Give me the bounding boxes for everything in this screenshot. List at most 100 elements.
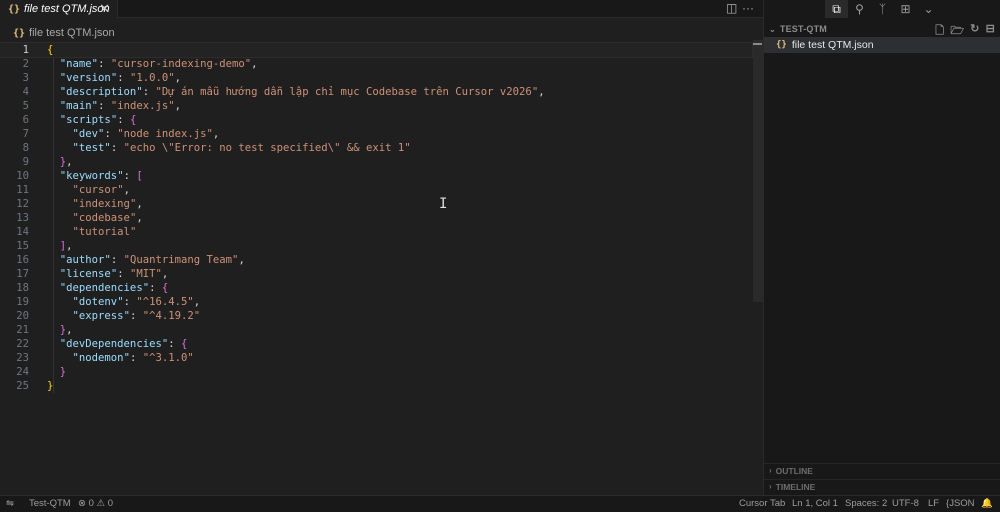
line-number: 21 [16,324,29,336]
encoding-status[interactable]: UTF-8 [892,498,919,509]
line-number: 3 [22,72,29,84]
eol-status[interactable]: LF [928,498,939,509]
json-value-name: cursor-indexing-demo [117,58,245,70]
explorer-file-item[interactable]: {} file test QTM.json [764,37,1000,53]
line-number: 18 [16,282,29,294]
vertical-scrollbar[interactable] [753,40,763,302]
code-line[interactable]: 23 "nodemon": "^3.1.0" [0,351,752,365]
code-line[interactable]: 4 "description": "Dự án mẫu hướng dẫn lậ… [0,85,752,99]
timeline-label: TIMELINE [775,481,816,492]
code-line[interactable]: 2 "name": "cursor-indexing-demo", [0,57,752,71]
chevron-down-icon[interactable]: ⌄ [917,0,940,18]
remote-icon[interactable]: ⇋ [6,498,14,509]
code-line[interactable]: 14 "tutorial" [0,225,752,239]
breadcrumb-file[interactable]: file test QTM.json [29,27,115,39]
code-line[interactable]: 10 "keywords": [ [0,169,752,183]
code-line[interactable]: 16 "author": "Quantrimang Team", [0,253,752,267]
json-value-nodemon: ^3.1.0 [149,352,188,364]
mouse-ibeam-cursor-icon: I [439,196,448,212]
line-number: 13 [16,212,29,224]
editor-area: {} file test QTM.json ✕ ◫ ··· {} file te… [0,0,763,495]
json-value-author: Quantrimang Team [129,254,233,266]
code-line[interactable]: 12 "indexing", [0,197,752,211]
line-number: 6 [22,114,29,126]
json-value-test: echo \"Error: no test specified\" && exi… [129,142,405,154]
warning-count: 0 [107,498,114,509]
code-line[interactable]: 21 }, [0,323,752,337]
json-braces-icon: {} [13,27,26,39]
timeline-section[interactable]: › TIMELINE [764,479,1000,493]
breadcrumb[interactable]: {} file test QTM.json [13,26,115,40]
chevron-down-icon: ⌄ [769,24,776,34]
tab-label: file test QTM.json [24,3,110,15]
line-number: 9 [22,156,29,168]
more-actions-icon[interactable]: ··· [742,1,754,15]
line-number: 10 [16,170,29,182]
code-editor[interactable]: 1{ 2 "name": "cursor-indexing-demo", 3 "… [0,42,753,393]
chevron-right-icon: › [769,466,772,475]
explorer-folder-header[interactable]: ⌄ TEST-QTM 🗋 🗁 ↻ ⊟ [764,22,1000,37]
source-control-icon[interactable]: ᛉ [871,0,894,18]
chevron-right-icon: › [769,482,772,491]
code-line[interactable]: 8 "test": "echo \"Error: no test specifi… [0,141,752,155]
error-icon: ⊗ [78,498,86,509]
code-line[interactable]: 9 }, [0,155,752,169]
cursor-position[interactable]: Ln 1, Col 1 [792,498,838,509]
line-number: 22 [16,338,29,350]
json-braces-icon: {} [8,3,21,15]
json-value-keyword: indexing [78,198,130,210]
language-mode[interactable]: {JSON [946,498,975,509]
code-line[interactable]: 7 "dev": "node index.js", [0,127,752,141]
code-line[interactable]: 3 "version": "1.0.0", [0,71,752,85]
json-value-keyword: tutorial [78,226,130,238]
code-line[interactable]: 5 "main": "index.js", [0,99,752,113]
json-value-keyword: cursor [78,184,118,196]
indentation-status[interactable]: Spaces: 2 [845,498,887,509]
problems-indicator[interactable]: ⊗ 0 ⚠ 0 [78,498,113,509]
line-number: 7 [22,128,29,140]
line-number: 2 [22,58,29,70]
code-line[interactable]: 15 ], [0,239,752,253]
json-value-license: MIT [136,268,156,280]
search-icon[interactable]: ⚲ [848,0,871,18]
outline-section[interactable]: › OUTLINE [764,463,1000,477]
code-line[interactable]: 1{ [0,42,753,58]
line-number: 23 [16,352,29,364]
json-value-description: Dự án mẫu hướng dẫn lập chỉ mục Codebase… [161,86,532,98]
workspace-name[interactable]: Test-QTM [29,498,71,509]
code-line[interactable]: 6 "scripts": { [0,113,752,127]
side-panel: ⧉ ⚲ ᛉ ⊞ ⌄ ⌄ TEST-QTM 🗋 🗁 ↻ ⊟ {} file tes… [763,0,1000,495]
outline-label: OUTLINE [775,465,813,476]
line-number: 4 [22,86,29,98]
code-line[interactable]: 22 "devDependencies": { [0,337,752,351]
line-number: 25 [16,380,29,392]
code-line[interactable]: 19 "dotenv": "^16.4.5", [0,295,752,309]
warning-icon: ⚠ [96,498,106,509]
folder-name: TEST-QTM [779,24,828,34]
code-line[interactable]: 25} [0,379,752,393]
line-number: 24 [16,366,29,378]
json-value-version: 1.0.0 [136,72,169,84]
json-value-main: index.js [117,100,169,112]
line-number: 16 [16,254,29,266]
line-number: 17 [16,268,29,280]
activity-bar: ⧉ ⚲ ᛉ ⊞ ⌄ [764,0,1000,18]
close-icon[interactable]: ✕ [99,1,110,17]
tab-file-test-qtm-json[interactable]: {} file test QTM.json ✕ [0,0,118,18]
code-line[interactable]: 24 } [0,365,752,379]
line-number: 5 [22,100,29,112]
cursor-tab-status[interactable]: Cursor Tab [739,498,785,509]
code-line[interactable]: 13 "codebase", [0,211,752,225]
extensions-icon[interactable]: ⊞ [894,0,917,18]
code-line[interactable]: 18 "dependencies": { [0,281,752,295]
line-number: 19 [16,296,29,308]
split-editor-icon[interactable]: ◫ [726,1,737,15]
code-line[interactable]: 20 "express": "^4.19.2" [0,309,752,323]
bell-icon[interactable]: 🔔 [981,498,993,509]
tab-bar: {} file test QTM.json ✕ ◫ ··· [0,0,763,18]
copy-files-icon[interactable]: ⧉ [825,0,848,18]
code-line[interactable]: 11 "cursor", [0,183,752,197]
json-value-express: ^4.19.2 [149,310,194,322]
code-line[interactable]: 17 "license": "MIT", [0,267,752,281]
line-number: 8 [22,142,29,154]
